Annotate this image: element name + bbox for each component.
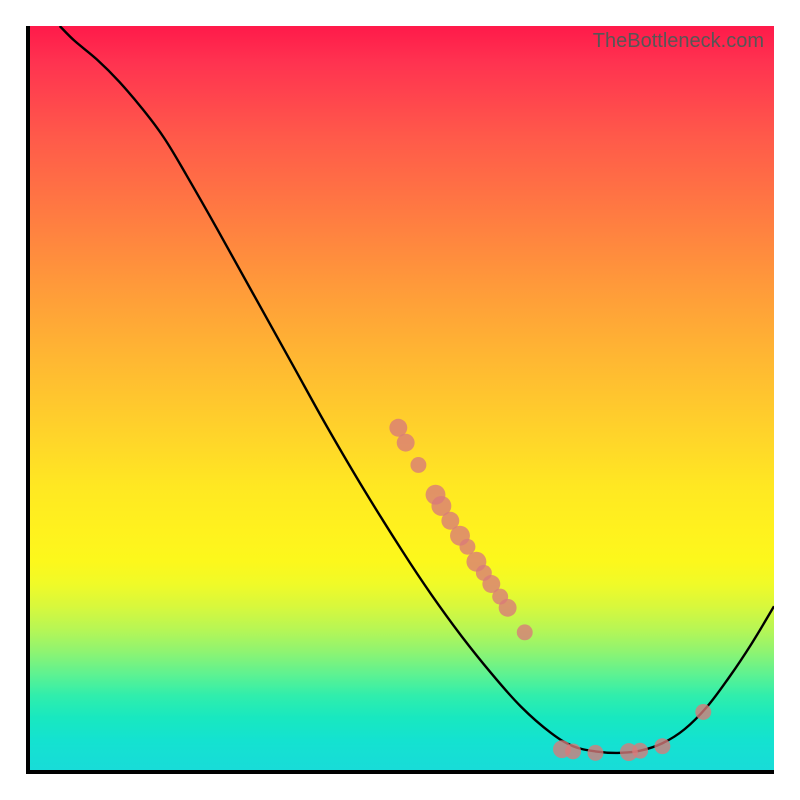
data-point — [654, 738, 670, 754]
bottleneck-curve — [60, 26, 774, 753]
data-point — [410, 457, 426, 473]
plot-area: TheBottleneck.com — [26, 26, 774, 774]
data-point — [695, 704, 711, 720]
chart-container: TheBottleneck.com — [0, 0, 800, 800]
data-point — [397, 434, 415, 452]
data-point — [632, 743, 648, 759]
data-point — [517, 624, 533, 640]
data-points-group — [389, 419, 711, 761]
data-point — [565, 743, 581, 759]
chart-svg — [30, 26, 774, 770]
data-point — [499, 599, 517, 617]
data-point — [588, 745, 604, 761]
